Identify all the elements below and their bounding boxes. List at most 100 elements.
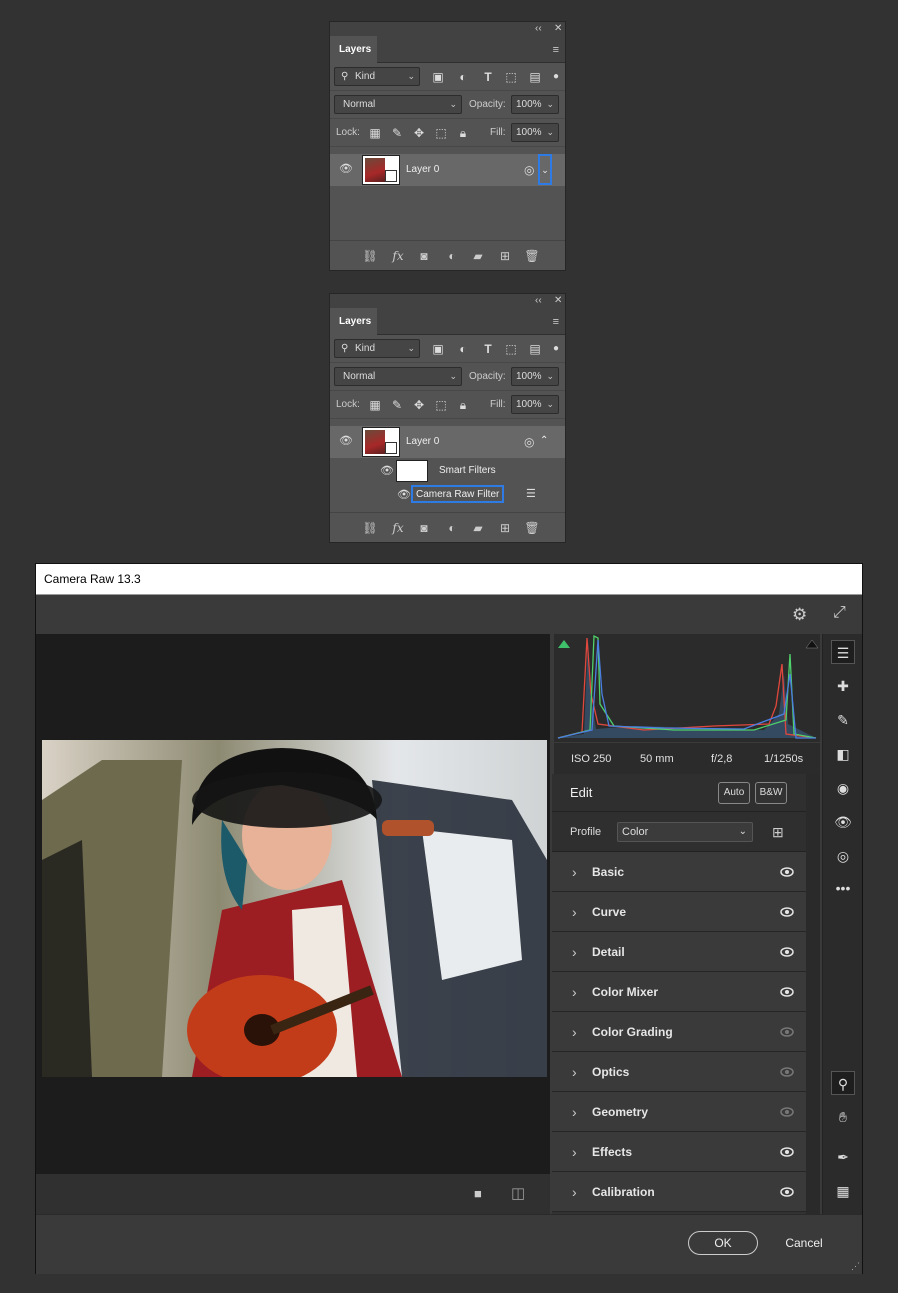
tab-layers[interactable]: Layers (330, 36, 377, 63)
zoom-icon[interactable]: ⚲ (831, 1071, 855, 1095)
lock-paint-icon[interactable]: ✎ (389, 397, 405, 413)
more-icon[interactable]: ••• (831, 876, 855, 900)
visibility-eye-icon[interactable] (780, 1106, 794, 1118)
visibility-eye-icon[interactable] (780, 1066, 794, 1078)
eye-icon[interactable]: 👁︎ (380, 464, 394, 477)
grid-icon[interactable]: ▦ (831, 1179, 855, 1203)
collapse-effects-button[interactable]: ⌃ (540, 435, 548, 446)
new-layer-icon[interactable]: ⊞ (497, 520, 513, 536)
filter-kind-select[interactable]: ⚲ Kind ⌄ (334, 339, 420, 358)
section-basic[interactable]: › Basic (552, 852, 806, 892)
filter-blending-options-icon[interactable]: ☰ (526, 487, 536, 500)
smart-object-filter-icon[interactable]: ▤ (527, 69, 543, 85)
edit-panel-scrollbar[interactable] (806, 774, 820, 1214)
visibility-eye-icon[interactable] (780, 986, 794, 998)
bw-button[interactable]: B&W (755, 782, 787, 804)
fx-icon[interactable]: fx (390, 520, 406, 536)
preview-canvas[interactable] (36, 634, 550, 1174)
histogram-shadow-clip-icon[interactable] (558, 640, 570, 648)
histogram-highlight-clip-icon[interactable] (805, 639, 819, 649)
eye-icon[interactable]: 👁︎ (339, 434, 353, 448)
panel-menu-icon[interactable]: ≡ (553, 316, 559, 328)
opacity-input[interactable]: 100% ⌄ (511, 95, 559, 114)
camera-raw-filter-row[interactable]: 👁︎ Camera Raw Filter ☰ (360, 484, 547, 506)
delete-layer-icon[interactable]: 🗑︎ (524, 248, 540, 264)
section-color-mixer[interactable]: › Color Mixer (552, 972, 806, 1012)
section-optics[interactable]: › Optics (552, 1052, 806, 1092)
image-filter-icon[interactable]: ▣ (430, 341, 446, 357)
lock-artboard-icon[interactable]: ⬚ (433, 125, 449, 141)
adjustment-filter-icon[interactable]: ◐ (455, 69, 471, 85)
section-effects[interactable]: › Effects (552, 1132, 806, 1172)
lock-all-icon[interactable]: 🔒︎ (455, 125, 471, 141)
smart-object-filter-icon[interactable]: ▤ (527, 341, 543, 357)
delete-layer-icon[interactable]: 🗑︎ (524, 520, 540, 536)
new-adjustment-icon[interactable]: ◐ (444, 248, 460, 264)
section-calibration[interactable]: › Calibration (552, 1172, 806, 1212)
opacity-input[interactable]: 100% ⌄ (511, 367, 559, 386)
red-eye-icon[interactable]: 👁︎ (831, 810, 855, 834)
section-geometry[interactable]: › Geometry (552, 1092, 806, 1132)
shape-filter-icon[interactable]: ⬚ (503, 341, 519, 357)
lock-transparent-icon[interactable]: ▦ (367, 397, 383, 413)
collapse-icon[interactable]: ‹‹ (535, 294, 542, 308)
new-group-icon[interactable]: ▰ (470, 520, 486, 536)
tab-layers[interactable]: Layers (330, 308, 377, 335)
section-curve[interactable]: › Curve (552, 892, 806, 932)
visibility-eye-icon[interactable] (780, 1026, 794, 1038)
link-layers-icon[interactable]: ⛓︎ (362, 248, 378, 264)
fx-icon[interactable]: fx (390, 248, 406, 264)
visibility-eye-icon[interactable] (780, 906, 794, 918)
resize-grip-icon[interactable]: ⋰ (851, 1261, 860, 1272)
visibility-eye-icon[interactable] (780, 866, 794, 878)
eye-icon[interactable]: 👁︎ (339, 162, 353, 176)
hand-icon[interactable]: ✋︎ (831, 1105, 855, 1129)
edit-sliders-icon[interactable]: ☰ (831, 640, 855, 664)
linear-gradient-icon[interactable]: ◧ (831, 742, 855, 766)
layer-row[interactable]: 👁︎ Layer 0 ◎ ⌃ (330, 426, 565, 458)
add-mask-icon[interactable]: ◙ (416, 520, 432, 536)
camera-raw-filter-label[interactable]: Camera Raw Filter (411, 485, 505, 503)
visibility-eye-icon[interactable] (780, 1186, 794, 1198)
visibility-eye-icon[interactable] (780, 946, 794, 958)
lock-all-icon[interactable]: 🔒︎ (455, 397, 471, 413)
lock-transparent-icon[interactable]: ▦ (367, 125, 383, 141)
new-layer-icon[interactable]: ⊞ (497, 248, 513, 264)
type-filter-icon[interactable]: T (480, 69, 496, 85)
filter-toggle-icon[interactable]: ● (548, 341, 564, 357)
lock-paint-icon[interactable]: ✎ (389, 125, 405, 141)
eye-icon[interactable]: 👁︎ (397, 488, 411, 501)
expand-effects-button[interactable]: ⌄ (538, 154, 552, 185)
healing-icon[interactable]: ✚ (831, 674, 855, 698)
brush-icon[interactable]: ✎ (831, 708, 855, 732)
white-balance-icon[interactable]: ✒ (831, 1145, 855, 1169)
view-mode-icon[interactable]: ■ (474, 1186, 482, 1201)
gear-icon[interactable]: ⚙ (792, 605, 807, 625)
close-icon[interactable]: ✕ (554, 22, 562, 36)
new-adjustment-icon[interactable]: ◐ (444, 520, 460, 536)
ok-button[interactable]: OK (688, 1231, 758, 1255)
section-detail[interactable]: › Detail (552, 932, 806, 972)
lock-position-icon[interactable]: ✥ (411, 397, 427, 413)
collapse-icon[interactable]: ‹‹ (535, 22, 542, 36)
auto-button[interactable]: Auto (718, 782, 750, 804)
smart-filters-row[interactable]: 👁︎ Smart Filters (360, 458, 547, 484)
lock-position-icon[interactable]: ✥ (411, 125, 427, 141)
cancel-button[interactable]: Cancel (776, 1231, 832, 1255)
panel-menu-icon[interactable]: ≡ (553, 44, 559, 56)
type-filter-icon[interactable]: T (480, 341, 496, 357)
section-color-grading[interactable]: › Color Grading (552, 1012, 806, 1052)
layer-row[interactable]: 👁︎ Layer 0 ◎ ⌄ (330, 154, 565, 186)
blend-mode-select[interactable]: Normal ⌄ (334, 367, 462, 386)
link-layers-icon[interactable]: ⛓︎ (362, 520, 378, 536)
fullscreen-icon[interactable]: ⤢ (833, 604, 846, 622)
blend-mode-select[interactable]: Normal ⌄ (334, 95, 462, 114)
presets-icon[interactable]: ◎ (831, 844, 855, 868)
new-group-icon[interactable]: ▰ (470, 248, 486, 264)
radial-gradient-icon[interactable]: ◉ (831, 776, 855, 800)
before-after-icon[interactable]: ◫ (511, 1184, 525, 1202)
close-icon[interactable]: ✕ (554, 294, 562, 308)
fill-input[interactable]: 100% ⌄ (511, 123, 559, 142)
profile-browser-icon[interactable]: ⊞ (772, 824, 784, 841)
adjustment-filter-icon[interactable]: ◐ (455, 341, 471, 357)
